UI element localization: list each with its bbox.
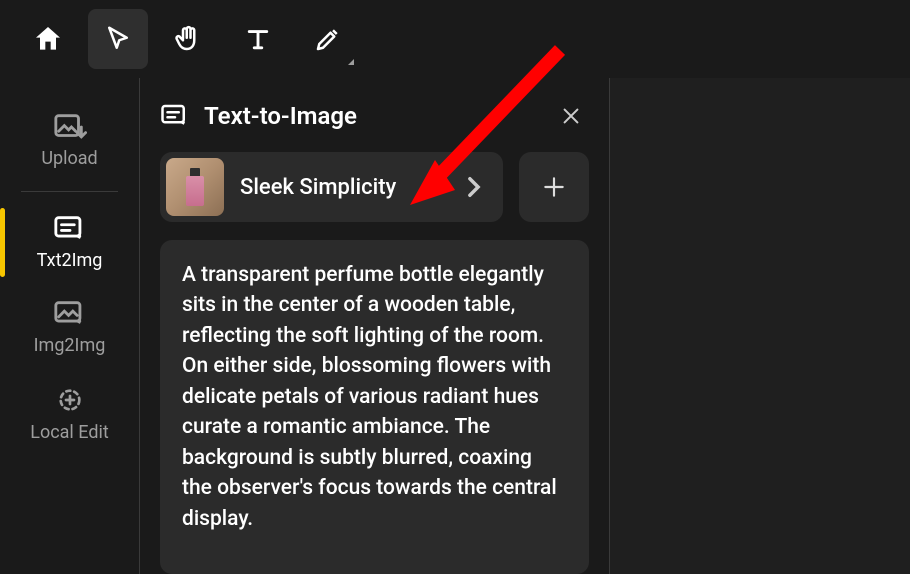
add-style-button[interactable]	[519, 152, 589, 222]
highlighter-tool-button[interactable]	[298, 9, 358, 69]
pan-tool-button[interactable]	[158, 9, 218, 69]
sidebar-divider	[21, 191, 118, 192]
sidebar-item-img2img[interactable]: Img2Img	[0, 285, 139, 370]
sidebar-item-label: Upload	[41, 148, 97, 169]
canvas-area[interactable]	[610, 78, 910, 574]
top-toolbar	[0, 0, 910, 78]
close-panel-button[interactable]	[553, 98, 589, 134]
home-icon	[32, 23, 64, 55]
local-edit-icon	[54, 384, 86, 416]
dropdown-indicator-icon	[348, 59, 354, 65]
text-tool-button[interactable]	[228, 9, 288, 69]
text-icon	[243, 24, 273, 54]
sidebar-item-label: Local Edit	[30, 422, 109, 443]
prompt-textarea[interactable]: A transparent perfume bottle elegantly s…	[160, 240, 589, 574]
left-sidebar: Upload Txt2Img Img2Img Local Edit	[0, 78, 140, 574]
image-to-image-icon	[53, 299, 87, 329]
prompt-text: A transparent perfume bottle elegantly s…	[182, 263, 557, 531]
panel-title: Text-to-Image	[160, 102, 357, 130]
panel-header: Text-to-Image	[160, 98, 589, 134]
sidebar-item-label: Img2Img	[34, 335, 106, 356]
sidebar-item-upload[interactable]: Upload	[0, 98, 139, 183]
chevron-right-icon	[459, 176, 489, 198]
style-preset-button[interactable]: Sleek Simplicity	[160, 152, 503, 222]
sidebar-item-localedit[interactable]: Local Edit	[0, 370, 139, 457]
close-icon	[560, 105, 582, 127]
plus-icon	[541, 174, 567, 200]
style-thumbnail	[166, 158, 224, 216]
pointer-tool-button[interactable]	[88, 9, 148, 69]
sidebar-item-txt2img[interactable]: Txt2Img	[0, 200, 139, 285]
style-selector-row: Sleek Simplicity	[160, 152, 589, 222]
text-to-image-panel: Text-to-Image Sleek Simplicity A transpa…	[140, 78, 610, 574]
pointer-icon	[103, 24, 133, 54]
home-button[interactable]	[18, 9, 78, 69]
panel-title-text: Text-to-Image	[204, 102, 357, 130]
style-label: Sleek Simplicity	[240, 175, 443, 200]
highlighter-icon	[313, 24, 343, 54]
hand-icon	[173, 24, 203, 54]
image-upload-icon	[53, 112, 87, 142]
sidebar-item-label: Txt2Img	[37, 250, 103, 271]
text-to-image-icon	[53, 214, 87, 244]
panel-title-icon	[160, 103, 190, 129]
